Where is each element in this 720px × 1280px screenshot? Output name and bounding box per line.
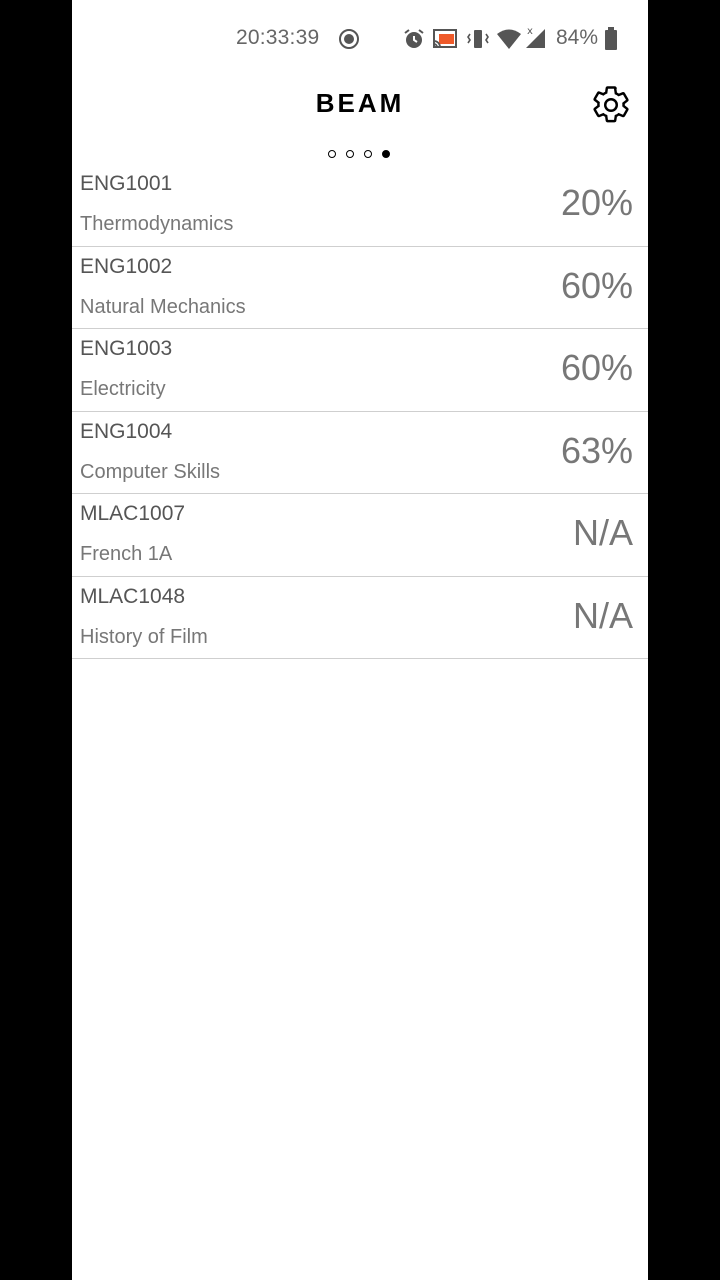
course-grade: 60% (560, 347, 633, 388)
course-grade: N/A (572, 512, 633, 553)
course-code: MLAC1007 (80, 502, 186, 525)
course-code: ENG1001 (80, 172, 173, 195)
course-name: Natural Mechanics (80, 295, 246, 318)
course-grade: 60% (560, 264, 633, 306)
course-row[interactable]: ENG1002 Natural Mechanics 60% (72, 247, 648, 329)
course-row[interactable]: ENG1004 Computer Skills 63% (72, 412, 648, 494)
page-dot (346, 150, 354, 158)
svg-text:x: x (527, 26, 533, 37)
signal-icon: x (526, 26, 545, 48)
battery-icon (605, 27, 617, 50)
cast-icon (433, 29, 457, 48)
course-name: Computer Skills (80, 460, 221, 483)
vibrate-icon (467, 30, 489, 48)
page-dot (364, 150, 372, 158)
course-name: French 1A (80, 543, 173, 565)
page-indicator (328, 150, 390, 158)
course-row[interactable]: MLAC1048 History of Film N/A (72, 577, 648, 659)
course-list: ENG1001 Thermodynamics 20% ENG1002 Natur… (72, 164, 648, 659)
record-icon (339, 29, 359, 49)
course-row[interactable]: ENG1003 Electricity 60% (72, 329, 648, 412)
course-row[interactable]: MLAC1007 French 1A N/A (72, 494, 648, 577)
gear-icon (593, 86, 629, 123)
course-name: Thermodynamics (80, 213, 234, 235)
status-bar: 20:33:39 x 84% (72, 0, 648, 76)
course-name: History of Film (80, 625, 208, 648)
page-dot-active (382, 150, 390, 158)
course-grade: N/A (572, 594, 633, 636)
course-row[interactable]: ENG1001 Thermodynamics 20% (72, 164, 648, 247)
settings-button[interactable] (590, 84, 632, 126)
course-code: ENG1003 (80, 337, 173, 360)
page-dot (328, 150, 336, 158)
wifi-icon (497, 29, 521, 49)
status-time: 20:33:39 (236, 26, 320, 49)
course-name: Electricity (80, 378, 166, 400)
app-title: BEAM (315, 88, 405, 118)
course-code: ENG1002 (80, 254, 173, 278)
course-grade: 20% (560, 182, 633, 223)
battery-percentage: 84% (556, 26, 599, 49)
course-code: ENG1004 (80, 419, 173, 443)
course-grade: 63% (560, 429, 633, 471)
app-screen: 20:33:39 x 84% BEAM ENG1001 Thermodynami… (72, 0, 648, 1280)
alarm-icon (404, 29, 424, 48)
course-code: MLAC1048 (80, 584, 186, 608)
